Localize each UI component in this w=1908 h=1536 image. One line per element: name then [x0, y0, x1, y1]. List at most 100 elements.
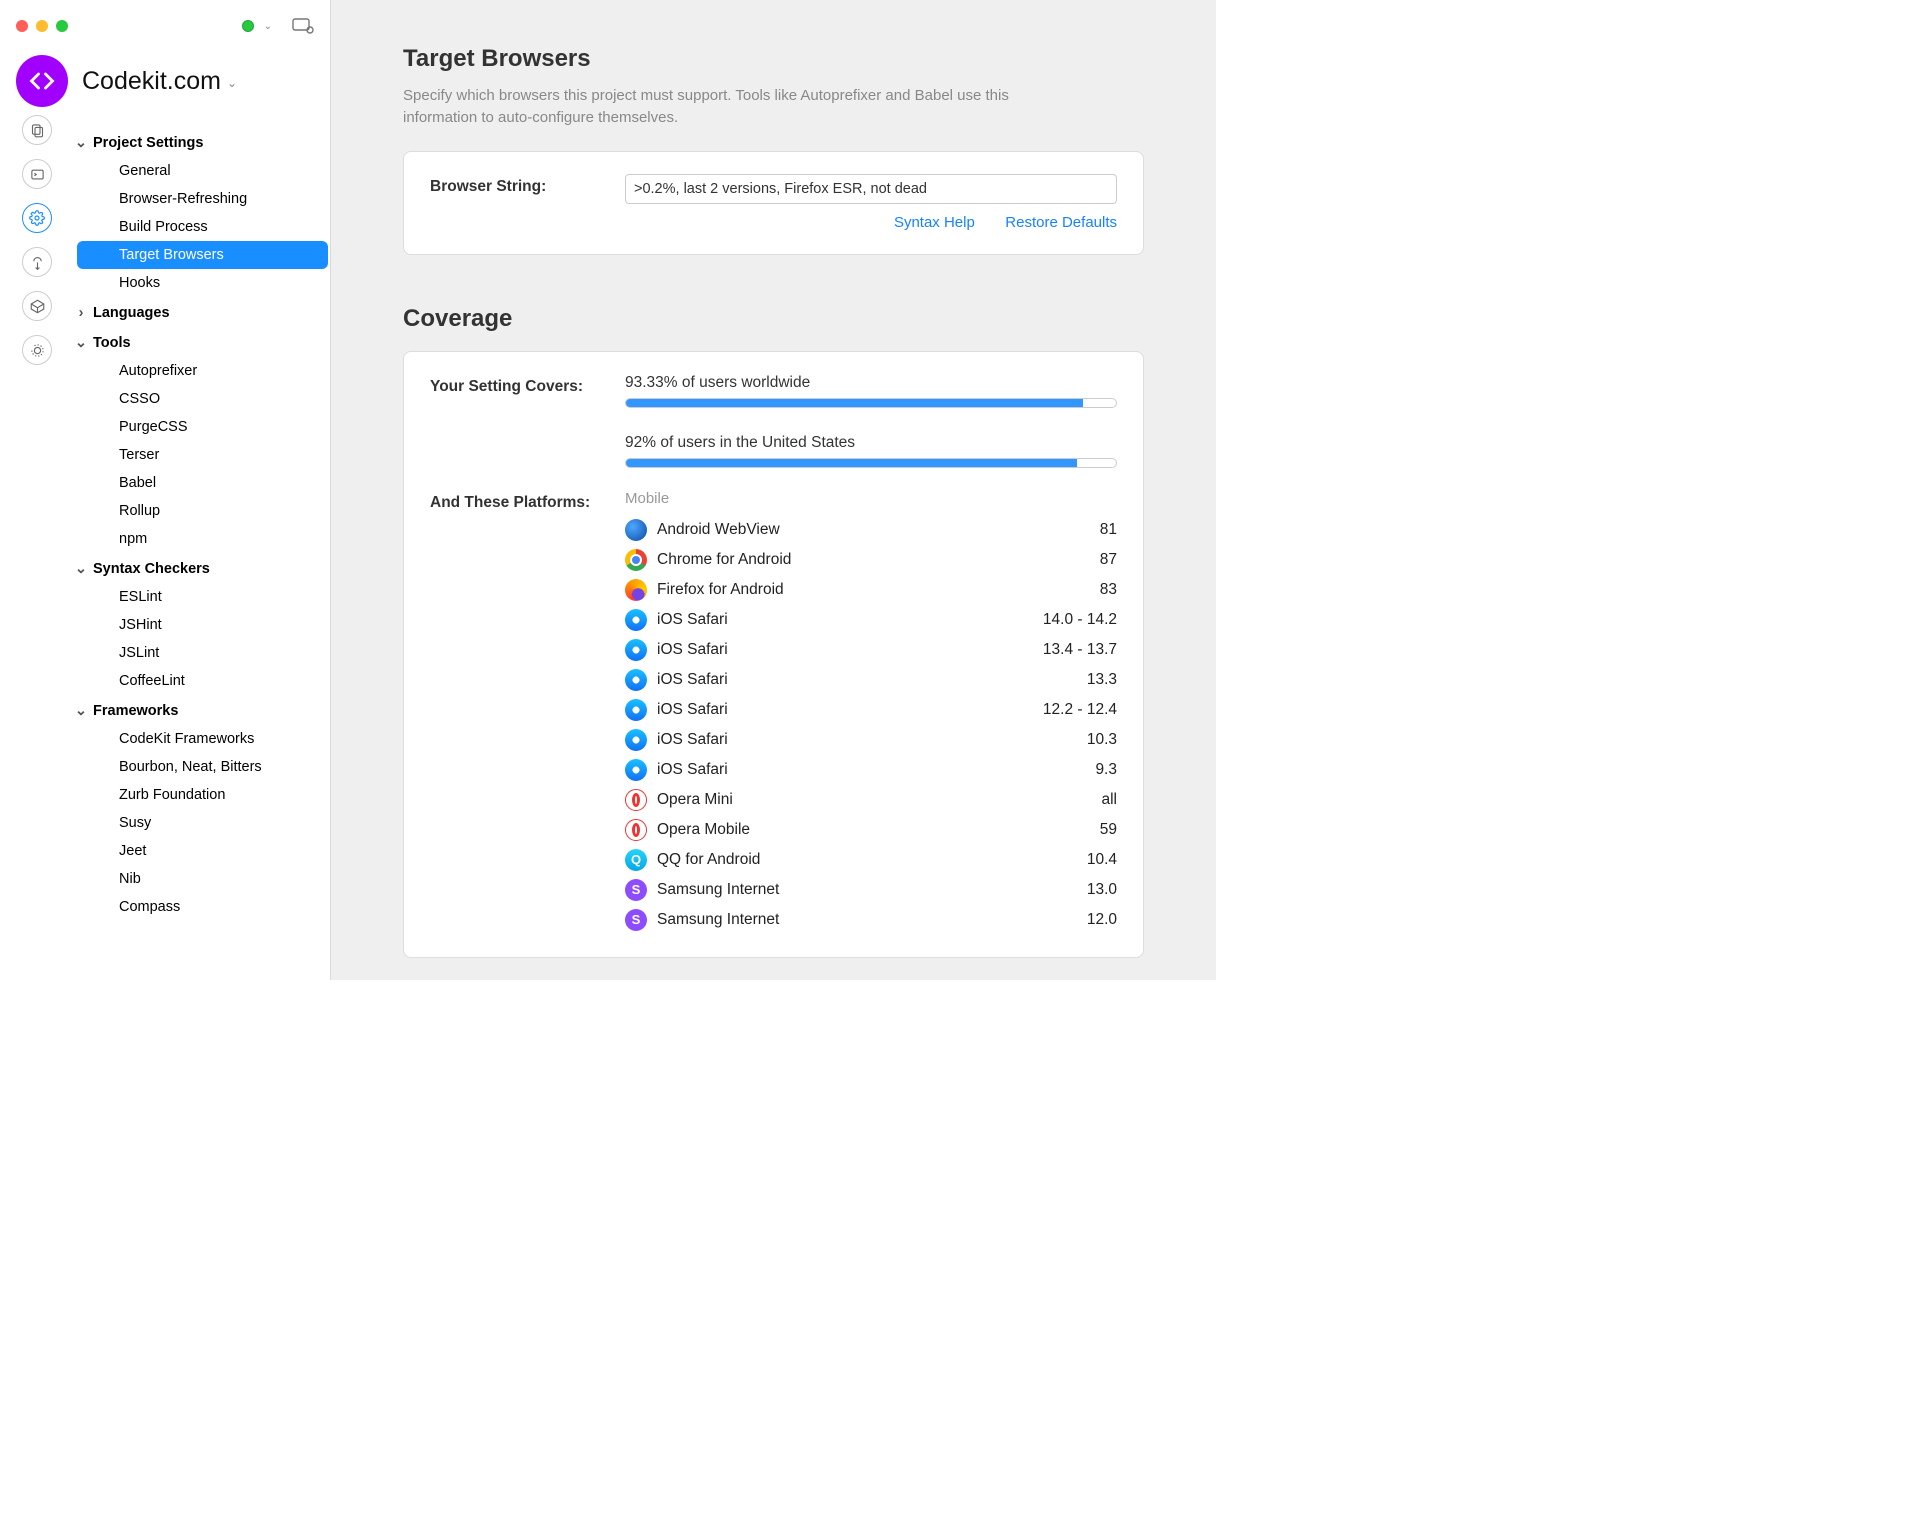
chrome-icon: [625, 549, 647, 571]
qq-icon: Q: [625, 849, 647, 871]
chevron-right-icon: ›: [75, 305, 87, 321]
sidebar-item-jshint[interactable]: JSHint: [77, 611, 328, 639]
platform-name: iOS Safari: [657, 731, 1087, 749]
section-header-languages[interactable]: ›Languages: [75, 299, 330, 327]
sidebar-item-general[interactable]: General: [77, 157, 328, 185]
syntax-help-link[interactable]: Syntax Help: [894, 214, 975, 231]
platform-version: 10.3: [1087, 731, 1117, 749]
sidebar-item-susy[interactable]: Susy: [77, 809, 328, 837]
sidebar-item-codekit-frameworks[interactable]: CodeKit Frameworks: [77, 725, 328, 753]
project-title-dropdown[interactable]: Codekit.com ⌄: [82, 67, 237, 96]
sidebar-item-autoprefixer[interactable]: Autoprefixer: [77, 357, 328, 385]
platform-row: Firefox for Android83: [625, 575, 1117, 605]
platform-row: Chrome for Android87: [625, 545, 1117, 575]
platform-name: Chrome for Android: [657, 551, 1100, 569]
platform-version: 12.2 - 12.4: [1043, 701, 1117, 719]
coverage-us-text: 92% of users in the United States: [625, 434, 1117, 452]
chevron-down-icon: ⌄: [75, 335, 87, 351]
coverage-heading: Coverage: [403, 305, 1144, 333]
safari-icon: [625, 729, 647, 751]
sidebar-item-browser-refreshing[interactable]: Browser-Refreshing: [77, 185, 328, 213]
page-subtitle: Specify which browsers this project must…: [403, 85, 1053, 129]
rail-settings-icon[interactable]: [22, 203, 52, 233]
restore-defaults-link[interactable]: Restore Defaults: [1005, 214, 1117, 231]
platform-version: 9.3: [1095, 761, 1117, 779]
platform-section-mobile: Mobile: [625, 490, 1117, 507]
coverage-us-bar: [625, 458, 1117, 468]
platform-row: iOS Safari9.3: [625, 755, 1117, 785]
sidebar-item-coffeelint[interactable]: CoffeeLint: [77, 667, 328, 695]
browser-string-input[interactable]: [625, 174, 1117, 204]
platforms-label: And These Platforms:: [430, 490, 625, 512]
section-header-syntax-checkers[interactable]: ⌄Syntax Checkers: [75, 555, 330, 583]
platform-version: 83: [1100, 581, 1117, 599]
sidebar-item-jslint[interactable]: JSLint: [77, 639, 328, 667]
platform-name: iOS Safari: [657, 611, 1043, 629]
safari-icon: [625, 609, 647, 631]
platform-version: 14.0 - 14.2: [1043, 611, 1117, 629]
rail-sync-icon[interactable]: [22, 247, 52, 277]
browser-string-label: Browser String:: [430, 174, 625, 196]
status-menu-caret[interactable]: ⌄: [264, 21, 272, 32]
sidebar-item-npm[interactable]: npm: [77, 525, 328, 553]
platform-name: QQ for Android: [657, 851, 1087, 869]
sidebar-item-compass[interactable]: Compass: [77, 893, 328, 921]
server-status-icon[interactable]: [242, 20, 254, 32]
sidebar-item-build-process[interactable]: Build Process: [77, 213, 328, 241]
platform-version: all: [1101, 791, 1117, 809]
platform-name: iOS Safari: [657, 671, 1087, 689]
sidebar-item-terser[interactable]: Terser: [77, 441, 328, 469]
platform-name: iOS Safari: [657, 641, 1043, 659]
sidebar-item-target-browsers[interactable]: Target Browsers: [77, 241, 328, 269]
sidebar-item-purgecss[interactable]: PurgeCSS: [77, 413, 328, 441]
platform-row: S Samsung Internet13.0: [625, 875, 1117, 905]
rail-terminal-icon[interactable]: [22, 159, 52, 189]
sidebar-item-zurb-foundation[interactable]: Zurb Foundation: [77, 781, 328, 809]
sidebar-item-babel[interactable]: Babel: [77, 469, 328, 497]
sidebar-item-hooks[interactable]: Hooks: [77, 269, 328, 297]
window-controls[interactable]: [16, 20, 68, 32]
browser-string-card: Browser String: Syntax Help Restore Defa…: [403, 151, 1144, 255]
platform-name: Firefox for Android: [657, 581, 1100, 599]
close-icon[interactable]: [16, 20, 28, 32]
coverage-card: Your Setting Covers: 93.33% of users wor…: [403, 351, 1144, 958]
platform-name: iOS Safari: [657, 701, 1043, 719]
sidebar-item-jeet[interactable]: Jeet: [77, 837, 328, 865]
rail-files-icon[interactable]: [22, 115, 52, 145]
platform-name: Opera Mobile: [657, 821, 1100, 839]
samsung-icon: S: [625, 879, 647, 901]
chevron-down-icon: ⌄: [75, 135, 87, 151]
sidebar-item-nib[interactable]: Nib: [77, 865, 328, 893]
sidebar-item-csso[interactable]: CSSO: [77, 385, 328, 413]
zoom-icon[interactable]: [56, 20, 68, 32]
platform-version: 13.0: [1087, 881, 1117, 899]
section-header-project-settings[interactable]: ⌄Project Settings: [75, 129, 330, 157]
sidebar-item-bourbon-neat-bitters[interactable]: Bourbon, Neat, Bitters: [77, 753, 328, 781]
sidebar-item-eslint[interactable]: ESLint: [77, 583, 328, 611]
platform-version: 87: [1100, 551, 1117, 569]
section-header-tools[interactable]: ⌄Tools: [75, 329, 330, 357]
platform-row: SSamsung Internet12.0: [625, 905, 1117, 935]
sidebar-item-rollup[interactable]: Rollup: [77, 497, 328, 525]
platform-row: iOS Safari10.3: [625, 725, 1117, 755]
platform-row: iOS Safari12.2 - 12.4: [625, 695, 1117, 725]
project-logo-icon: [16, 55, 68, 107]
section-header-frameworks[interactable]: ⌄Frameworks: [75, 697, 330, 725]
platform-name: Opera Mini: [657, 791, 1101, 809]
firefox-icon: [625, 579, 647, 601]
platform-row: iOS Safari14.0 - 14.2: [625, 605, 1117, 635]
covers-label: Your Setting Covers:: [430, 374, 625, 396]
safari-icon: [625, 759, 647, 781]
platform-row: Q QQ for Android10.4: [625, 845, 1117, 875]
safari-icon: [625, 669, 647, 691]
preview-icon[interactable]: [292, 18, 314, 34]
rail-history-icon[interactable]: [22, 335, 52, 365]
platform-name: Samsung Internet: [657, 881, 1087, 899]
minimize-icon[interactable]: [36, 20, 48, 32]
chevron-down-icon: ⌄: [75, 561, 87, 577]
opera-icon: [625, 789, 647, 811]
main-panel: Target Browsers Specify which browsers t…: [330, 0, 1216, 980]
rail-packages-icon[interactable]: [22, 291, 52, 321]
platform-version: 10.4: [1087, 851, 1117, 869]
platform-name: iOS Safari: [657, 761, 1095, 779]
